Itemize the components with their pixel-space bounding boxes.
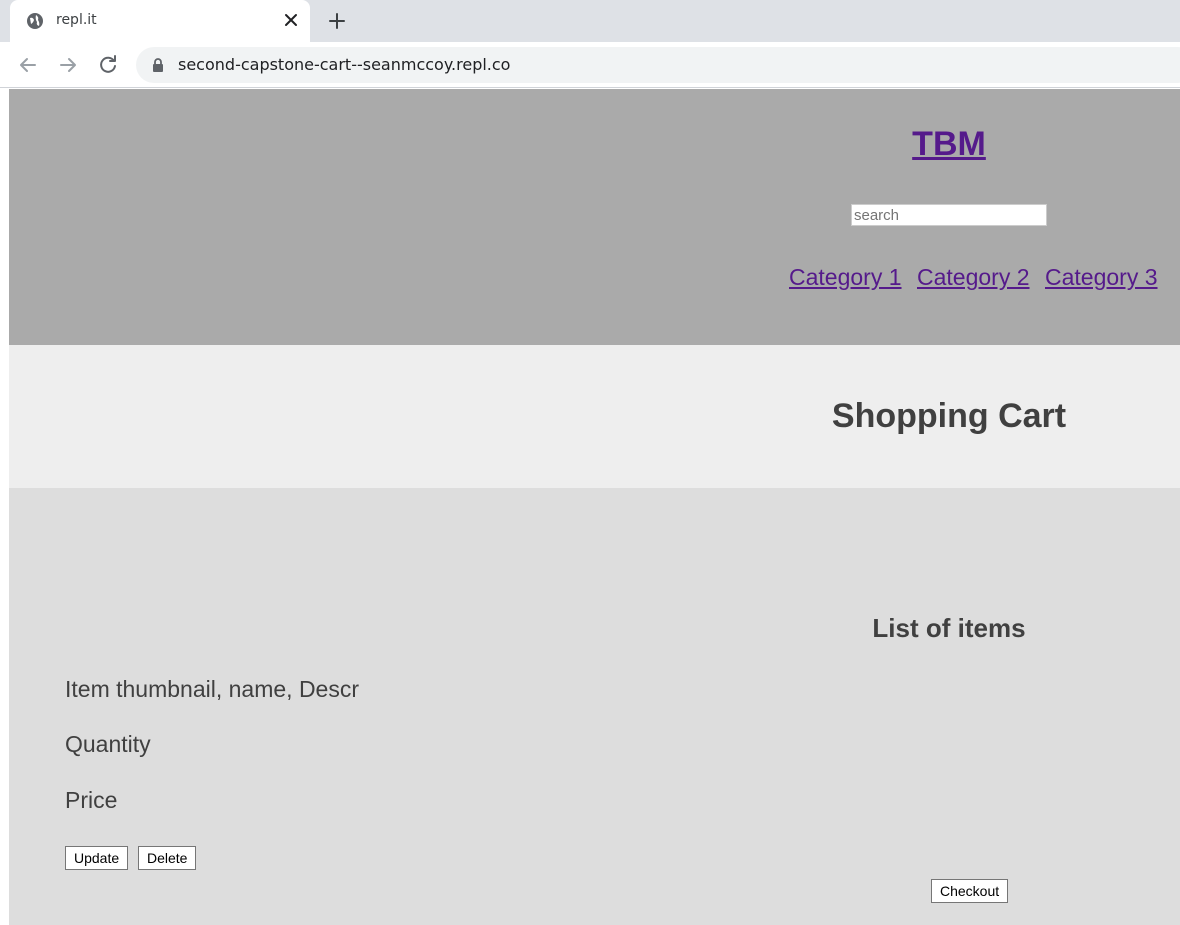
- reload-icon[interactable]: [96, 53, 120, 77]
- new-tab-plus-icon[interactable]: [326, 10, 348, 32]
- browser-toolbar: second-capstone-cart--seanmccoy.repl.co: [0, 42, 1180, 88]
- update-button[interactable]: Update: [65, 846, 129, 870]
- quantity-label: Quantity: [65, 731, 151, 757]
- item-description: Item thumbnail, name, Descr: [65, 676, 360, 702]
- title-band: Shopping Cart: [9, 345, 1180, 488]
- page-content: TBM Category 1 Category 2 Category 3 Sho…: [9, 89, 1180, 925]
- brand-link[interactable]: TBM: [849, 125, 1049, 164]
- browser-tab[interactable]: repl.it: [10, 0, 310, 42]
- delete-button[interactable]: Delete: [138, 846, 197, 870]
- nav-link-category-2[interactable]: Category 2: [917, 264, 1030, 291]
- page-title: Shopping Cart: [831, 397, 1067, 435]
- cart-section: List of items Item thumbnail, name, Desc…: [9, 488, 1180, 925]
- search-input[interactable]: [851, 204, 1047, 226]
- tab-title: repl.it: [56, 12, 97, 28]
- site-header: TBM Category 1 Category 2 Category 3: [9, 89, 1180, 345]
- nav-link-category-3[interactable]: Category 3: [1045, 264, 1158, 291]
- close-icon[interactable]: [282, 11, 300, 29]
- browser-tab-bar: repl.it: [0, 0, 1180, 42]
- price-label: Price: [65, 787, 118, 813]
- list-heading: List of items: [872, 613, 1026, 643]
- forward-arrow-icon[interactable]: [56, 53, 80, 77]
- nav-link-category-1[interactable]: Category 1: [789, 264, 902, 291]
- globe-icon: [27, 13, 43, 29]
- address-bar[interactable]: second-capstone-cart--seanmccoy.repl.co: [136, 47, 1180, 83]
- lock-icon: [153, 58, 163, 72]
- back-arrow-icon[interactable]: [16, 53, 40, 77]
- url-text: second-capstone-cart--seanmccoy.repl.co: [178, 55, 511, 74]
- checkout-button[interactable]: Checkout: [931, 879, 1009, 903]
